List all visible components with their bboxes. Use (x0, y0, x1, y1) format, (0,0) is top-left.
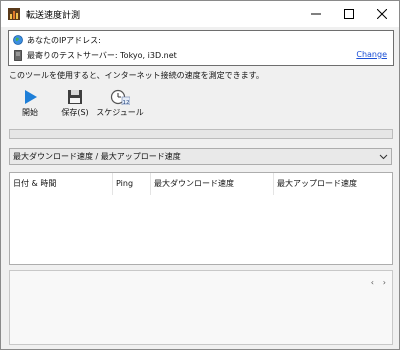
schedule-button-label: スケジュール (96, 108, 144, 117)
column-header-ping[interactable]: Ping (113, 173, 151, 195)
floppy-disk-icon (68, 90, 82, 104)
play-icon (25, 90, 37, 104)
close-button[interactable] (365, 1, 398, 27)
ip-address-label: あなたのIPアドレス: (27, 35, 101, 45)
detail-panel: ‹ › (9, 270, 393, 345)
window-title: 転送速度計測 (26, 11, 81, 21)
close-icon (376, 9, 387, 19)
results-table-header: 日付 & 時間 Ping 最大ダウンロード速度 最大アップロード速度 (10, 173, 392, 195)
app-window: 転送速度計測 あなたのIPアドレス: 最寄りのテストサーバー: Tokyo, i… (0, 0, 400, 350)
maximize-icon (343, 9, 354, 19)
tool-description: このツールを使用すると、インターネット接続の速度を測定できます。 (9, 71, 264, 80)
column-header-max-download[interactable]: 最大ダウンロード速度 (151, 173, 274, 195)
maximize-button[interactable] (332, 1, 365, 27)
server-row: 最寄りのテストサーバー: Tokyo, i3D.net (13, 48, 177, 62)
ip-address-row: あなたのIPアドレス: (13, 33, 101, 47)
start-button-label: 開始 (22, 108, 38, 117)
save-button[interactable]: 保存(S) (55, 89, 95, 121)
column-header-datetime[interactable]: 日付 & 時間 (10, 173, 113, 195)
chevron-down-icon (379, 154, 388, 160)
globe-icon (13, 35, 23, 45)
server-icon (14, 49, 22, 61)
previous-arrow-icon[interactable]: ‹ (371, 278, 374, 287)
bar-chart-app-icon (8, 8, 20, 20)
change-server-link[interactable]: Change (356, 50, 387, 59)
column-header-max-upload[interactable]: 最大アップロード速度 (274, 173, 392, 195)
minimize-button[interactable] (299, 1, 332, 27)
start-button[interactable]: 開始 (18, 89, 42, 121)
title-bar: 転送速度計測 (1, 1, 399, 27)
results-table[interactable]: 日付 & 時間 Ping 最大ダウンロード速度 最大アップロード速度 (9, 172, 393, 265)
schedule-button[interactable]: 12 スケジュール (96, 89, 144, 121)
next-arrow-icon[interactable]: › (383, 278, 386, 287)
speed-mode-select[interactable]: 最大ダウンロード速度 / 最大アップロード速度 (9, 148, 392, 165)
schedule-badge: 12 (123, 100, 130, 105)
test-server-label: 最寄りのテストサーバー: Tokyo, i3D.net (27, 50, 177, 60)
speed-mode-selected: 最大ダウンロード速度 / 最大アップロード速度 (13, 152, 181, 161)
minimize-icon (310, 13, 321, 15)
progress-bar (9, 129, 393, 139)
connection-info-box: あなたのIPアドレス: 最寄りのテストサーバー: Tokyo, i3D.net … (8, 30, 394, 66)
save-button-label: 保存(S) (61, 108, 89, 117)
schedule-clock-icon: 12 (110, 89, 130, 105)
